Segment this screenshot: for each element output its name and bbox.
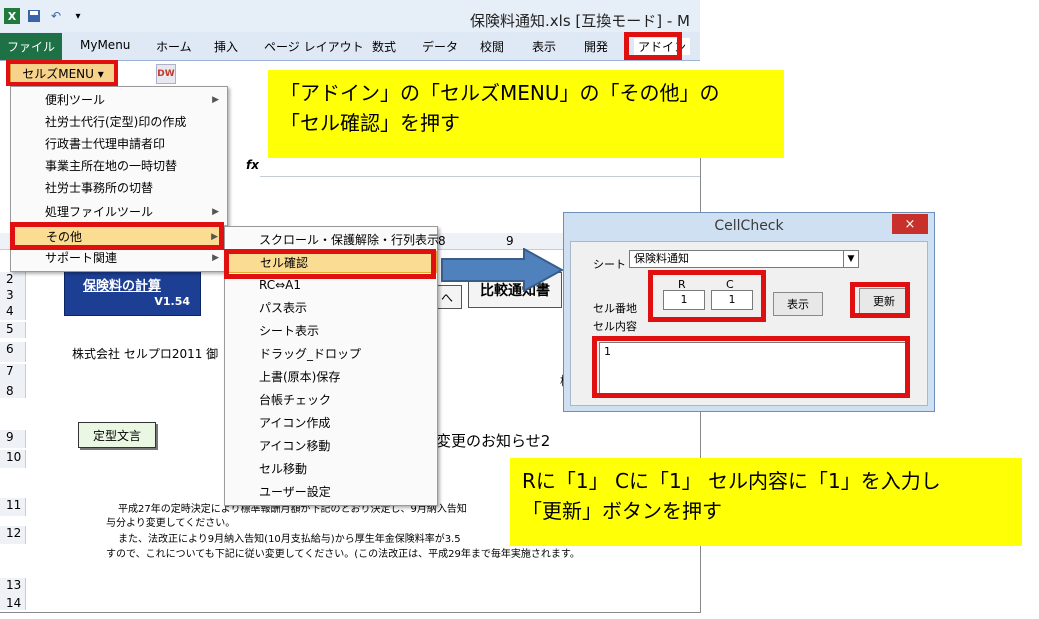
menu-item-tools[interactable]: 便利ツール ▶ [11,89,227,111]
row-header[interactable]: 11 [0,498,26,516]
instruction-note-top: 「アドイン」の「セルズMENU」の「その他」の 「セル確認」を押す [268,70,784,158]
tab-data[interactable]: データ [422,38,458,55]
submenu-item-sheet-display[interactable]: シート表示 [225,320,437,342]
close-icon[interactable]: × [892,214,928,234]
notice-title: 変更のお知らせ2 [436,432,551,450]
menu-item-label: サポート関連 [45,251,118,265]
address-label: セル番地 [593,302,637,315]
tab-insert[interactable]: 挿入 [214,38,238,55]
column-header[interactable]: 9 [506,234,514,248]
menu-item-support[interactable]: サポート関連 ▶ [11,247,227,269]
tab-view[interactable]: 表示 [532,38,556,55]
note-line: 「アドイン」の「セルズMENU」の「その他」の [280,81,720,105]
menu-item-label: 便利ツール [45,93,106,107]
tab-page-layout[interactable]: ページ レイアウト [264,38,364,55]
note-line: 「更新」ボタンを押す [522,499,722,523]
submenu-arrow-icon: ▶ [212,253,219,263]
note-line: 「セル確認」を押す [280,111,460,135]
callout-content-input [592,336,910,398]
submenu-item-drag-drop[interactable]: ドラッグ_ドロップ [225,343,437,365]
menu-item-file-tools[interactable]: 処理ファイルツール ▶ [11,201,227,223]
calc-premium-title: 保険料の計算 [83,279,162,294]
calc-premium-button[interactable]: 保険料の計算 V1.54 [64,270,201,316]
row-header[interactable]: 6 [0,342,26,362]
menu-item-scrivener[interactable]: 行政書士代理申請者印 [11,133,227,155]
dialog-title-bar[interactable]: CellCheck × [564,213,934,239]
row-header[interactable]: 4 [0,304,26,320]
menu-item-label: 処理ファイルツール [45,205,154,219]
submenu-arrow-icon: ▶ [212,207,219,217]
content-label: セル内容 [593,320,637,333]
row-header[interactable]: 2 [0,272,26,288]
callout-cells-menu [6,60,118,86]
paragraph-line: また、法改正により9月納入告知(10月支払給与)から厚生年金保険料率が3.5 [118,534,461,545]
callout-other-item [10,222,224,250]
submenu-arrow-icon: ▶ [212,95,219,105]
row-header[interactable]: 13 [0,578,26,596]
row-header[interactable]: 8 [0,384,26,398]
dw-icon[interactable]: DW [156,64,176,84]
callout-addin-tab [624,32,682,60]
row-header[interactable]: 12 [0,526,26,544]
function-icon[interactable]: fx [246,158,259,172]
tab-formulas[interactable]: 数式 [372,38,396,55]
tab-review[interactable]: 校閲 [480,38,504,55]
submenu-item-path[interactable]: パス表示 [225,297,437,319]
submenu-item-scroll[interactable]: スクロール・保護解除・行列表示 [225,229,439,251]
paragraph-line: すので、これについても下記に従い変更してください。(この法改正は、平成29年まで… [106,549,580,560]
pointer-arrow-icon [441,248,564,292]
menu-item-office-switch[interactable]: 社労士事務所の切替 [11,177,227,199]
dialog-title: CellCheck [714,218,784,234]
submenu-item-overwrite-save[interactable]: 上書(原本)保存 [225,366,437,388]
ribbon-tab-bar: MyMenu ホーム 挿入 ページ レイアウト 数式 データ 校閲 表示 開発 … [0,32,700,61]
sheet-select-value: 保険料通知 [634,252,689,265]
window-title: 保険料通知.xls [互換モード] - M [470,12,690,30]
row-header[interactable]: 9 [0,430,26,448]
excel-app-icon[interactable]: X [4,8,20,24]
customize-qat-icon[interactable]: ▾ [70,8,86,24]
submenu-item-icon-move[interactable]: アイコン移動 [225,435,437,457]
tab-developer[interactable]: 開発 [584,38,608,55]
show-button[interactable]: 表示 [773,292,823,316]
instruction-note-bottom: Rに「1」 Cに「1」 セル内容に「1」を入力し 「更新」ボタンを押す [510,458,1022,546]
menu-item-seal[interactable]: 社労士代行(定型)印の作成 [11,111,227,133]
tab-mymenu[interactable]: MyMenu [80,38,130,52]
row-header[interactable]: 5 [0,322,26,338]
calc-version: V1.54 [154,295,190,308]
tab-home[interactable]: ホーム [156,38,192,55]
row-header[interactable]: 14 [0,596,26,610]
save-icon[interactable] [26,8,42,24]
quick-access-toolbar: X ↶ ▾ [4,6,86,26]
callout-update-button [850,282,910,318]
fixed-text-button[interactable]: 定型文言 [78,422,156,448]
sheet-select[interactable]: 保険料通知 ▼ [629,250,859,268]
menu-item-address-switch[interactable]: 事業主所在地の一時切替 [11,155,227,177]
undo-icon[interactable]: ↶ [48,8,64,24]
tab-file[interactable]: ファイル [0,33,62,60]
callout-cell-check-item [224,249,436,279]
company-name-text: 株式会社 セルプロ2011 御 [72,347,219,361]
note-line: Rに「1」 Cに「1」 セル内容に「1」を入力し [522,469,941,493]
row-header[interactable]: 3 [0,288,26,304]
chevron-down-icon[interactable]: ▼ [843,251,858,267]
sheet-label: シート [593,258,626,271]
callout-rc-inputs [648,270,766,322]
submenu-item-cell-move[interactable]: セル移動 [225,458,437,480]
row-header[interactable]: 10 [0,450,26,468]
submenu-item-icon-create[interactable]: アイコン作成 [225,412,437,434]
submenu-item-user-settings[interactable]: ユーザー設定 [225,481,437,503]
row-header[interactable]: 7 [0,364,26,384]
paragraph-line: 与分より変更してください。 [106,518,236,529]
column-header[interactable]: 8 [438,234,446,248]
submenu-item-ledger-check[interactable]: 台帳チェック [225,389,437,411]
